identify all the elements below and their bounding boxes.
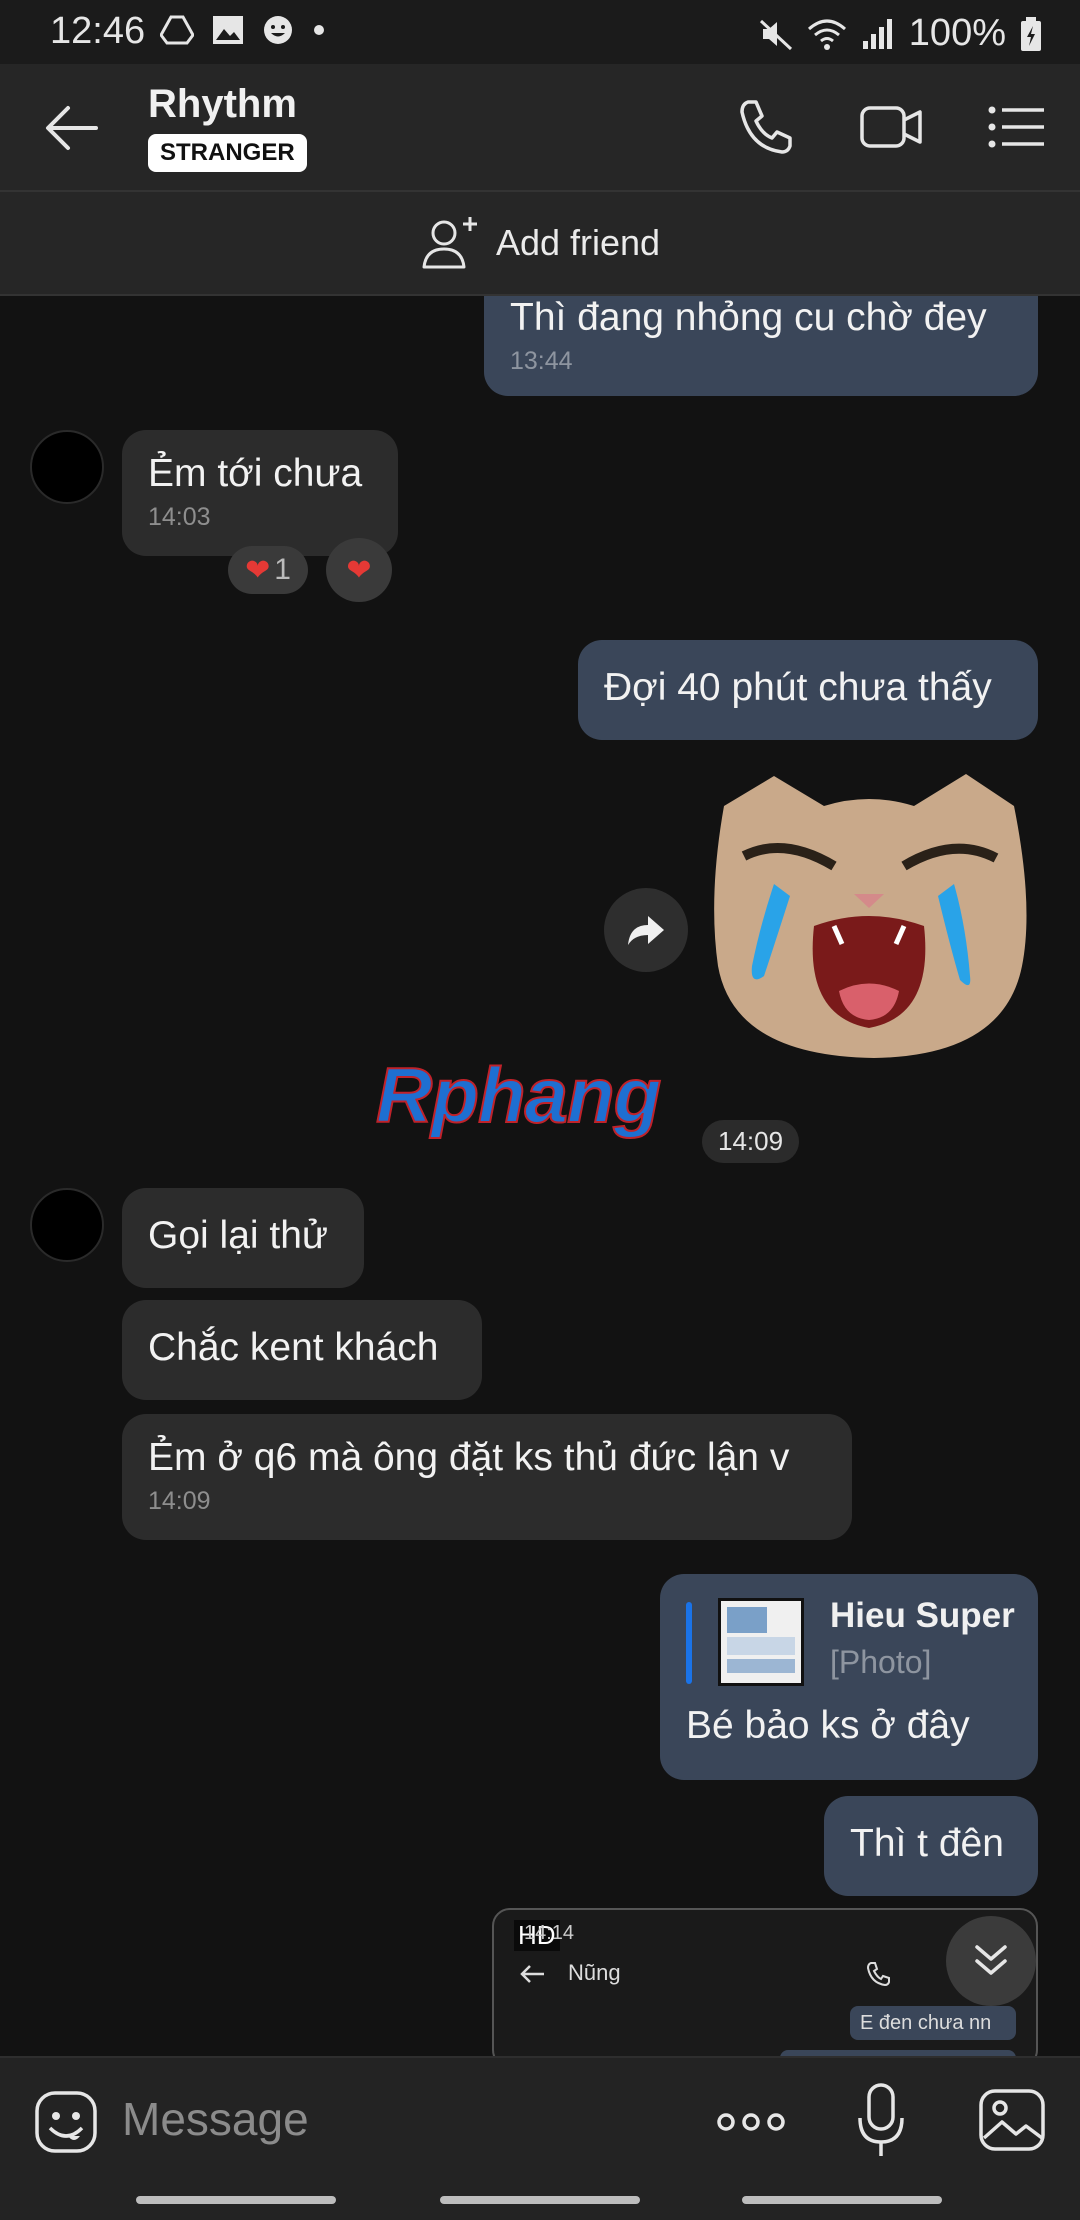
menu-list-icon[interactable]: [984, 94, 1050, 160]
message-time: 14:09: [702, 1120, 800, 1163]
preview-back-icon: [520, 1965, 544, 1983]
status-time: 12:46: [50, 10, 146, 52]
message-outgoing[interactable]: Đợi 40 phút chưa thấy: [578, 640, 1038, 740]
avatar[interactable]: [30, 1188, 104, 1262]
add-friend-label: Add friend: [495, 222, 661, 263]
signal-icon: [862, 18, 892, 49]
nav-home-button[interactable]: [440, 2196, 640, 2204]
status-icons-right: 100%: [759, 12, 1042, 55]
message-composer: Message: [0, 2056, 1080, 2180]
message-incoming[interactable]: Gọi lại thử: [122, 1188, 364, 1288]
message-text: Gọi lại thử: [148, 1214, 329, 1257]
wifi-icon: [807, 19, 846, 50]
phone-icon[interactable]: [732, 94, 798, 160]
message-text: Bé bảo ks ở đây: [686, 1704, 970, 1747]
contact-name[interactable]: Rhythm: [148, 82, 297, 127]
back-arrow-icon[interactable]: [40, 98, 104, 158]
mute-icon: [759, 19, 792, 50]
image-icon: [213, 16, 243, 44]
video-call-icon[interactable]: [858, 94, 924, 160]
message-time: 14:09: [148, 1487, 211, 1515]
emoji-icon: [264, 16, 292, 44]
crying-cat-sticker[interactable]: [704, 766, 1034, 1066]
microphone-icon[interactable]: [856, 2082, 906, 2158]
react-heart-button[interactable]: ❤: [326, 538, 392, 602]
message-text: Thì đang nhỏng cu chờ đey: [510, 296, 987, 339]
quoted-sender-name: Hieu Super: [830, 1596, 1015, 1635]
message-time: 14:03: [148, 503, 211, 531]
message-text: Ẻm tới chưa: [148, 452, 363, 495]
share-arrow-icon: [628, 916, 664, 945]
reaction-count-badge[interactable]: ❤ 1: [228, 546, 308, 594]
message-incoming[interactable]: Chắc kent khách: [122, 1300, 482, 1400]
more-options-icon[interactable]: [716, 2102, 786, 2142]
chat-header: Rhythm STRANGER: [0, 64, 1080, 190]
message-list[interactable]: Thì đang nhỏng cu chờ đey 13:44 Ẻm tới c…: [0, 296, 1080, 2056]
reply-message[interactable]: Hieu Super [Photo] Bé bảo ks ở đây: [660, 1574, 1038, 1780]
drive-icon: [160, 15, 194, 45]
status-bar: 12:46 100%: [0, 0, 1080, 64]
watermark: Rphang: [375, 1050, 662, 1140]
quote-indicator: [686, 1602, 692, 1684]
message-text: Chắc kent khách: [148, 1326, 439, 1369]
double-chevron-down-icon: [975, 1945, 1007, 1975]
heart-icon: ❤: [245, 553, 271, 587]
preview-phone-icon: [866, 1962, 890, 1987]
message-outgoing[interactable]: Thì t đên: [824, 1796, 1038, 1896]
preview-bubble: E đen chưa nn: [850, 2006, 1016, 2040]
preview-time: 14:14: [524, 1922, 575, 1944]
navigation-bar: [0, 2180, 1080, 2220]
message-text: Ẻm ở q6 mà ông đặt ks thủ đức lận v: [148, 1436, 790, 1479]
quoted-photo-thumbnail[interactable]: [718, 1598, 804, 1686]
message-outgoing[interactable]: Thì đang nhỏng cu chờ đey 13:44: [484, 296, 1038, 396]
status-icons-left: [160, 14, 326, 46]
preview-snippet: E đen chưa nn: [860, 2012, 992, 2034]
battery-icon: [1021, 16, 1041, 51]
message-incoming[interactable]: Ẻm ở q6 mà ông đặt ks thủ đức lận v 14:0…: [122, 1414, 852, 1540]
message-input[interactable]: Message: [122, 2092, 309, 2146]
nav-recent-button[interactable]: [136, 2196, 336, 2204]
reaction-count: 1: [274, 553, 291, 586]
add-friend-button[interactable]: Add friend: [0, 190, 1080, 296]
message-text: Đợi 40 phút chưa thấy: [604, 666, 992, 709]
add-friend-icon: [422, 217, 477, 269]
gallery-icon[interactable]: [978, 2088, 1046, 2152]
avatar[interactable]: [30, 430, 104, 504]
dot-icon: [314, 25, 324, 35]
nav-back-button[interactable]: [742, 2196, 942, 2204]
heart-icon: ❤: [346, 553, 372, 587]
battery-percent: 100%: [908, 12, 1006, 54]
share-button[interactable]: [604, 888, 688, 972]
message-time: 13:44: [510, 347, 573, 375]
quoted-content-type: [Photo]: [830, 1644, 932, 1680]
stranger-badge: STRANGER: [148, 134, 307, 172]
message-text: Thì t đên: [850, 1822, 1004, 1865]
sticker-emoji-icon[interactable]: [34, 2090, 98, 2154]
scroll-to-bottom-button[interactable]: [946, 1916, 1036, 2006]
preview-title: Nũng: [568, 1960, 621, 1985]
